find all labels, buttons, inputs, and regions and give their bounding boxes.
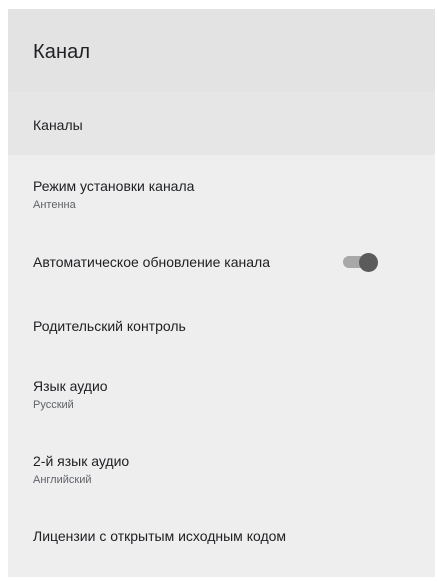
menu-item-label: Лицензии с открытым исходным кодом <box>33 528 287 544</box>
toggle-knob <box>359 253 378 272</box>
menu-item-second-audio-language[interactable]: 2-й язык аудио Английский <box>8 423 435 498</box>
menu-item-auto-channel-update[interactable]: Автоматическое обновление канала <box>8 226 435 290</box>
menu-item-label: Режим установки канала <box>33 178 195 194</box>
menu-item-label: Язык аудио <box>33 378 108 394</box>
menu-item-open-source-licenses[interactable]: Лицензии с открытым исходным кодом <box>8 498 435 558</box>
menu-item-parental-control[interactable]: Родительский контроль <box>8 290 435 348</box>
menu-item-value: Английский <box>33 474 92 486</box>
auto-update-toggle[interactable] <box>343 253 379 272</box>
menu-item-label: Родительский контроль <box>33 318 186 334</box>
page-title: Канал <box>33 41 91 63</box>
menu-item-value: Антенна <box>33 199 76 211</box>
menu-item-value: Русский <box>33 399 74 411</box>
menu-item-channels[interactable]: Каналы <box>8 92 435 155</box>
menu-item-audio-language[interactable]: Язык аудио Русский <box>8 348 435 423</box>
panel-header: Канал <box>8 9 435 92</box>
menu-item-channel-install-mode[interactable]: Режим установки канала Антенна <box>8 155 435 226</box>
menu-item-label: 2-й язык аудио <box>33 453 130 469</box>
menu-item-label: Каналы <box>33 117 83 133</box>
channel-settings-panel: Канал Каналы Режим установки канала Анте… <box>8 9 435 577</box>
